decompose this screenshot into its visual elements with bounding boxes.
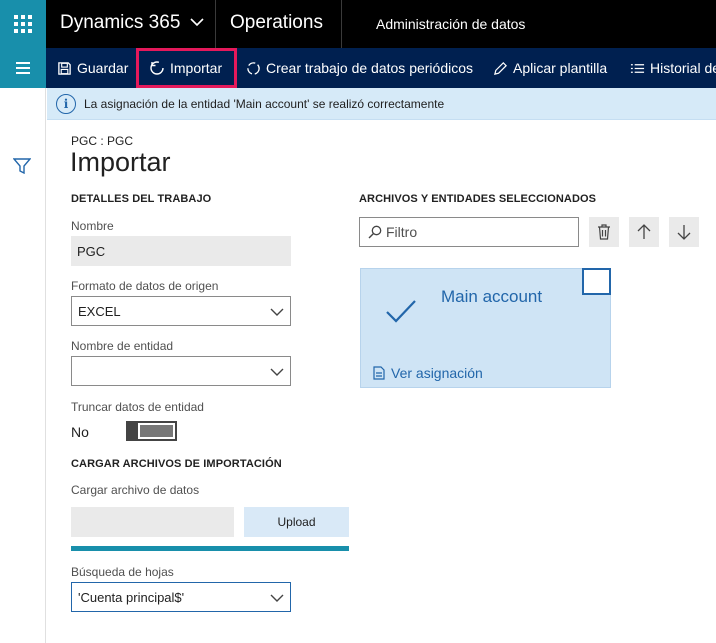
- toggle-track: [140, 425, 173, 437]
- brand-title[interactable]: Dynamics 365: [60, 12, 180, 34]
- entity-tile-checkbox[interactable]: [582, 268, 611, 295]
- arrow-up-icon: [637, 224, 651, 239]
- save-button[interactable]: Guardar: [57, 48, 128, 88]
- source-format-label: Formato de datos de origen: [71, 279, 219, 293]
- truncate-label: Truncar datos de entidad: [71, 400, 204, 414]
- message-text: La asignación de la entidad 'Main accoun…: [84, 96, 445, 111]
- apply-template-label: Aplicar plantilla: [513, 60, 608, 76]
- top-bar: Dynamics 365 Operations Administración d…: [0, 0, 716, 48]
- sheet-lookup-value: 'Cuenta principal$': [78, 590, 185, 605]
- truncate-value: No: [71, 424, 89, 440]
- arrow-down-icon: [677, 225, 691, 240]
- truncate-toggle[interactable]: [126, 421, 177, 441]
- message-bar: i La asignación de la entidad 'Main acco…: [47, 88, 716, 120]
- upload-heading: CARGAR ARCHIVOS DE IMPORTACIÓN: [71, 458, 282, 470]
- entity-name-select[interactable]: [71, 356, 291, 386]
- sheet-lookup-select[interactable]: 'Cuenta principal$': [71, 582, 291, 612]
- name-field: PGC: [71, 236, 291, 266]
- save-icon: [58, 61, 71, 75]
- page-breadcrumb: Administración de datos: [376, 16, 526, 32]
- module-title: Operations: [230, 12, 323, 33]
- trash-icon: [598, 224, 610, 240]
- delete-button[interactable]: [589, 217, 619, 247]
- upload-progress-bar: [71, 546, 349, 551]
- entity-tile[interactable]: Main account Ver asignación: [360, 268, 611, 388]
- record-breadcrumb: PGC : PGC: [71, 134, 134, 148]
- save-label: Guardar: [77, 60, 129, 76]
- entity-name-label: Nombre de entidad: [71, 339, 174, 353]
- source-format-select[interactable]: EXCEL: [71, 296, 291, 326]
- recurrence-icon: [247, 61, 260, 75]
- left-rail: [0, 88, 46, 643]
- selected-files-heading: ARCHIVOS Y ENTIDADES SELECCIONADOS: [359, 193, 597, 205]
- chevron-down-icon: [270, 368, 284, 376]
- sheet-lookup-label: Búsqueda de hojas: [71, 565, 174, 579]
- checkmark-icon: [386, 300, 416, 323]
- upload-file-label: Cargar archivo de datos: [71, 483, 200, 497]
- entity-tile-title: Main account: [441, 287, 543, 306]
- list-icon: [630, 63, 645, 73]
- divider: [215, 0, 216, 48]
- create-periodic-job-label: Crear trabajo de datos periódicos: [266, 60, 474, 76]
- view-mapping-label: Ver asignación: [391, 365, 483, 381]
- divider: [341, 0, 342, 48]
- upload-button[interactable]: Upload: [244, 507, 349, 537]
- chevron-down-icon: [270, 308, 284, 316]
- navigation-menu-button[interactable]: [0, 48, 46, 88]
- view-mapping-link[interactable]: Ver asignación: [373, 365, 483, 381]
- document-icon: [373, 366, 385, 380]
- chevron-down-icon: [270, 594, 284, 602]
- history-label: Historial de: [650, 60, 716, 76]
- import-highlight-box: [136, 48, 237, 88]
- history-button[interactable]: Historial de: [630, 48, 716, 88]
- filter-placeholder: Filtro: [386, 224, 418, 240]
- apply-template-button[interactable]: Aplicar plantilla: [493, 48, 607, 88]
- filter-icon[interactable]: [13, 158, 31, 174]
- action-pane: Guardar Importar Crear trabajo de datos …: [0, 48, 716, 88]
- upload-file-field: [71, 507, 234, 537]
- job-details-heading: DETALLES DEL TRABAJO: [71, 193, 212, 205]
- move-up-button[interactable]: [629, 217, 659, 247]
- chevron-down-icon[interactable]: [189, 14, 205, 30]
- source-format-value: EXCEL: [78, 304, 121, 319]
- waffle-icon: [14, 15, 32, 33]
- page-title: Importar: [70, 147, 171, 177]
- search-icon: [368, 225, 382, 239]
- create-periodic-job-button[interactable]: Crear trabajo de datos periódicos: [246, 48, 473, 88]
- info-icon: i: [56, 93, 76, 114]
- toggle-knob: [126, 421, 138, 441]
- name-label: Nombre: [71, 219, 114, 233]
- pencil-icon: [494, 61, 507, 75]
- app-launcher-button[interactable]: [0, 0, 46, 48]
- move-down-button[interactable]: [669, 217, 699, 247]
- filter-input[interactable]: Filtro: [359, 217, 579, 247]
